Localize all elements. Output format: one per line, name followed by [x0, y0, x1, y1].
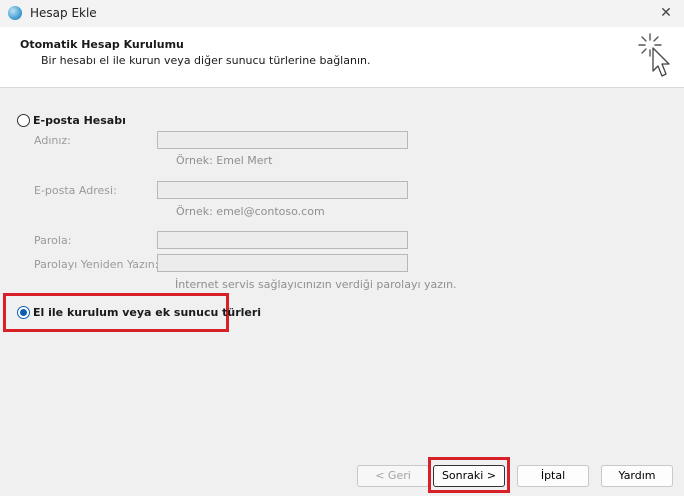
- password-input: [157, 231, 408, 249]
- password-hint: İnternet servis sağlayıcınızın verdiği p…: [175, 278, 457, 291]
- help-button[interactable]: Yardım: [601, 465, 673, 487]
- wizard-header: Otomatik Hesap Kurulumu Bir hesabı el il…: [0, 27, 684, 88]
- retype-password-input: [157, 254, 408, 272]
- email-address-input: [157, 181, 408, 199]
- email-hint: Örnek: emel@contoso.com: [176, 205, 325, 218]
- cursor-sparkle-icon: [638, 33, 670, 77]
- email-address-label: E-posta Adresi:: [34, 184, 117, 197]
- header-subtitle: Bir hesabı el ile kurun veya diğer sunuc…: [41, 54, 371, 67]
- next-button[interactable]: Sonraki >: [433, 465, 505, 487]
- manual-setup-label[interactable]: El ile kurulum veya ek sunucu türleri: [33, 306, 261, 319]
- email-account-radio[interactable]: [17, 114, 30, 127]
- password-label: Parola:: [34, 234, 72, 247]
- email-account-label[interactable]: E-posta Hesabı: [33, 114, 126, 127]
- name-hint: Örnek: Emel Mert: [176, 154, 273, 167]
- close-button[interactable]: ✕: [656, 3, 676, 23]
- manual-setup-radio[interactable]: [17, 306, 30, 319]
- name-input: [157, 131, 408, 149]
- app-globe-icon: [8, 6, 22, 20]
- title-bar: Hesap Ekle ✕: [0, 0, 684, 27]
- back-button: < Geri: [357, 465, 429, 487]
- cancel-button[interactable]: İptal: [517, 465, 589, 487]
- name-label: Adınız:: [34, 134, 71, 147]
- header-title: Otomatik Hesap Kurulumu: [20, 38, 184, 51]
- window-title: Hesap Ekle: [30, 6, 97, 20]
- retype-password-label: Parolayı Yeniden Yazın:: [34, 258, 159, 271]
